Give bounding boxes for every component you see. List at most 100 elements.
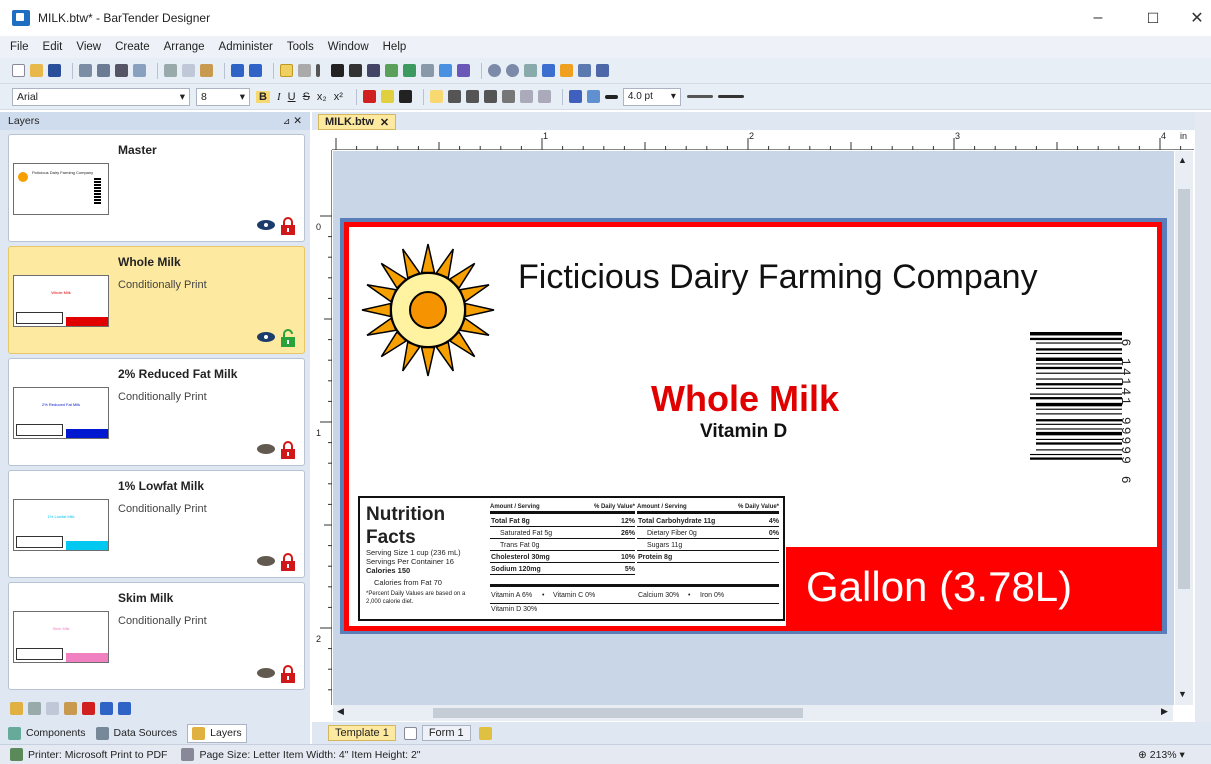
tab-data-sources[interactable]: Data Sources	[95, 726, 177, 740]
zoom-fit-icon[interactable]	[524, 64, 537, 77]
save-icon[interactable]	[48, 64, 61, 77]
right-toolbox-strip[interactable]	[1195, 112, 1211, 744]
align-right-icon[interactable]	[465, 90, 479, 103]
print-icon[interactable]	[115, 64, 128, 77]
print-preview-icon[interactable]	[133, 64, 146, 77]
paragraph-icon[interactable]	[501, 90, 515, 103]
menu-edit[interactable]: Edit	[43, 41, 63, 53]
close-button[interactable]: ✕	[1174, 0, 1211, 36]
text-tool-icon[interactable]	[349, 64, 362, 77]
vertical-scrollbar[interactable]: ▲ ▼	[1175, 151, 1193, 705]
menu-administer[interactable]: Administer	[219, 41, 273, 53]
layer-item[interactable]: Skim Milk Skim Milk Conditionally Print	[8, 582, 305, 690]
sun-logo[interactable]	[358, 240, 498, 380]
pin-icon[interactable]: ⊿	[283, 116, 291, 126]
size-text[interactable]: Gallon (3.78L)	[806, 563, 1072, 611]
scroll-left-icon[interactable]: ◀	[337, 706, 344, 717]
document-tab[interactable]: MILK.btw ✕	[318, 114, 397, 130]
lock-closed-icon[interactable]	[279, 553, 297, 571]
italic-button[interactable]: I	[277, 91, 281, 103]
line-tool-icon[interactable]	[367, 64, 380, 77]
tab-form-1[interactable]: Form 1	[421, 725, 471, 741]
hierarchy-icon[interactable]	[578, 64, 591, 77]
horizontal-scrollbar[interactable]: ◀ ▶	[333, 705, 1173, 721]
tab-template-1[interactable]: Template 1	[328, 725, 396, 741]
product-name-text[interactable]: Whole Milk	[651, 378, 839, 420]
scroll-up-icon[interactable]: ▲	[1178, 155, 1187, 165]
vitamin-text[interactable]: Vitamin D	[700, 421, 787, 443]
paste-layer-icon[interactable]	[64, 701, 77, 715]
minimize-button[interactable]: –	[1075, 0, 1121, 36]
printer-status[interactable]: Printer: Microsoft Print to PDF	[28, 749, 167, 761]
menu-view[interactable]: View	[76, 41, 101, 53]
select-pointer-icon[interactable]	[280, 64, 293, 77]
database-icon[interactable]	[97, 64, 110, 77]
layer-item[interactable]: Whole Milk Whole Milk Conditionally Print	[8, 246, 305, 354]
new-icon[interactable]	[12, 64, 25, 77]
delete-layer-icon[interactable]	[82, 701, 95, 715]
layer-item[interactable]: Ficticious Dairy Farming Company Master	[8, 134, 305, 242]
vertical-scroll-thumb[interactable]	[1178, 189, 1190, 589]
lock-open-icon[interactable]	[279, 329, 297, 347]
shape-tool-icon[interactable]	[385, 64, 398, 77]
copy-layer-icon[interactable]	[46, 701, 59, 715]
line-width-icon[interactable]	[604, 94, 618, 99]
maximize-button[interactable]: ☐	[1130, 0, 1176, 36]
cut-icon[interactable]	[164, 64, 177, 77]
menu-create[interactable]: Create	[115, 41, 150, 53]
menu-window[interactable]: Window	[328, 41, 369, 53]
grid-view-icon[interactable]	[596, 64, 609, 77]
subscript-button[interactable]: x₂	[317, 91, 327, 103]
nutrition-facts-panel[interactable]: Nutrition Facts Serving Size 1 cup (236 m…	[358, 496, 785, 621]
menu-arrange[interactable]: Arrange	[164, 41, 205, 53]
tab-components[interactable]: Components	[8, 726, 86, 740]
background-color-icon[interactable]	[398, 90, 412, 103]
table-tool-icon[interactable]	[421, 64, 434, 77]
page-setup-icon[interactable]	[79, 64, 92, 77]
scroll-down-icon[interactable]: ▼	[1178, 689, 1187, 699]
menu-tools[interactable]: Tools	[287, 41, 314, 53]
scroll-right-icon[interactable]: ▶	[1161, 706, 1168, 717]
panel-close-icon[interactable]: ✕	[293, 115, 302, 127]
bold-button[interactable]: B	[256, 90, 270, 103]
company-name-text[interactable]: Ficticious Dairy Farming Company	[518, 258, 1038, 297]
line-style-icon[interactable]	[686, 95, 713, 98]
document-tab-close-icon[interactable]: ✕	[380, 116, 389, 129]
menu-file[interactable]: File	[10, 41, 29, 53]
horizontal-scroll-thumb[interactable]	[433, 708, 803, 718]
justify-icon[interactable]	[483, 90, 497, 103]
move-down-icon[interactable]	[118, 701, 131, 715]
layer-item[interactable]: 1% Lowfat Milk 1% Lowfat Milk Conditionall…	[8, 470, 305, 578]
zoom-page-icon[interactable]	[542, 64, 555, 77]
eye-hidden-icon[interactable]	[257, 556, 275, 566]
line-width-select[interactable]: 4.0 pt ▾	[622, 87, 681, 106]
barcode-tool-icon[interactable]	[331, 64, 344, 77]
underline-button[interactable]: U	[288, 91, 296, 103]
open-icon[interactable]	[30, 64, 43, 77]
eye-visible-icon[interactable]	[257, 220, 275, 230]
cut-layer-icon[interactable]	[28, 701, 41, 715]
eye-visible-icon[interactable]	[257, 332, 275, 342]
properties-icon[interactable]	[560, 64, 573, 77]
border-icon[interactable]	[519, 90, 533, 103]
control-tool-icon[interactable]	[457, 64, 470, 77]
font-color-icon[interactable]	[362, 90, 376, 103]
font-size-select[interactable]: 8 ▾	[196, 87, 250, 106]
line-end-icon[interactable]	[717, 95, 744, 98]
zoom-status[interactable]: ⊕ 213% ▾	[1138, 749, 1185, 761]
new-layer-icon[interactable]	[10, 701, 23, 715]
move-up-icon[interactable]	[100, 701, 113, 715]
text-cursor-icon[interactable]	[316, 64, 320, 77]
eye-hidden-icon[interactable]	[257, 668, 275, 678]
tab-layers[interactable]: Layers	[187, 723, 247, 743]
grid-tool-icon[interactable]	[439, 64, 452, 77]
highlight-color-icon[interactable]	[380, 90, 394, 103]
lock-closed-icon[interactable]	[279, 665, 297, 683]
copy-icon[interactable]	[182, 64, 195, 77]
pen-color-icon[interactable]	[568, 90, 582, 103]
zoom-out-icon[interactable]	[506, 64, 519, 77]
layer-item[interactable]: 2% Reduced Fat Milk 2% Reduced Fat Milk Co…	[8, 358, 305, 466]
eye-hidden-icon[interactable]	[257, 444, 275, 454]
fill-color-icon[interactable]	[586, 90, 600, 103]
zoom-in-icon[interactable]	[488, 64, 501, 77]
